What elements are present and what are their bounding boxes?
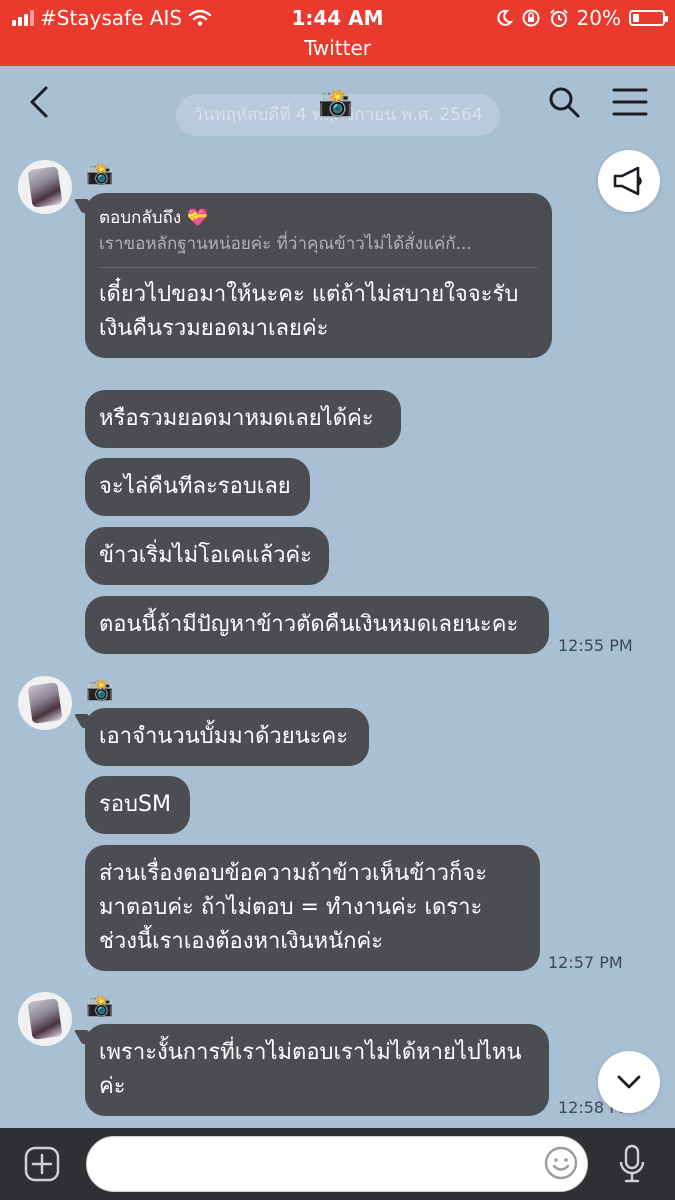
return-to-app-label[interactable]: Twitter bbox=[0, 36, 675, 60]
plus-icon[interactable] bbox=[24, 1146, 60, 1182]
alarm-icon bbox=[549, 9, 568, 27]
message-line: เดี๋ยวไปขอมาให้นะคะ แต่ถ้าไม่สบายใจจะรับ bbox=[99, 282, 519, 307]
sender-name: 📸 bbox=[86, 994, 114, 1019]
reply-label: ตอบกลับถึง bbox=[99, 208, 182, 228]
message-timestamp: 12:57 PM bbox=[548, 953, 623, 972]
message-line: ข้าวเริ่มไม่โอเคแล้วค่ะ bbox=[99, 543, 312, 568]
chevron-down-icon bbox=[617, 1075, 641, 1089]
heart-gift-icon: 💝 bbox=[187, 208, 209, 228]
sender-avatar[interactable] bbox=[18, 676, 72, 730]
chat-title-icon: 📸 bbox=[318, 86, 353, 119]
message-line: รอบSM bbox=[99, 792, 171, 817]
microphone-icon[interactable] bbox=[618, 1144, 646, 1184]
quoted-message[interactable]: เราขอหลักฐานหน่อยค่ะ ที่ว่าคุณข้าวไม่ได้… bbox=[99, 231, 538, 268]
search-icon[interactable] bbox=[546, 84, 582, 120]
message-line: มาตอบค่ะ ถ้าไม่ตอบ = ทำงานค่ะ เดราะ bbox=[99, 895, 483, 920]
announcement-button[interactable] bbox=[598, 150, 660, 212]
sender-name: 📸 bbox=[86, 678, 114, 703]
menu-icon[interactable] bbox=[610, 84, 650, 120]
message-bubble[interactable]: หรือรวมยอดมาหมดเลยได้ค่ะ bbox=[85, 390, 401, 448]
message-bubble[interactable]: ข้าวเริ่มไม่โอเคแล้วค่ะ bbox=[85, 527, 329, 585]
message-line: หรือรวมยอดมาหมดเลยได้ค่ะ bbox=[99, 406, 374, 431]
message-timestamp: 12:55 PM bbox=[558, 636, 633, 655]
message-bubble[interactable]: เพราะงั้นการที่เราไม่ตอบเราไม่ได้หายไปไห… bbox=[85, 1024, 549, 1116]
message-line: ค่ะ bbox=[99, 1074, 126, 1099]
scroll-to-bottom-button[interactable] bbox=[598, 1051, 660, 1113]
message-text: เดี๋ยวไปขอมาให้นะคะ แต่ถ้าไม่สบายใจจะรับ… bbox=[99, 268, 538, 346]
sender-name: 📸 bbox=[86, 162, 114, 187]
message-bubble[interactable]: ส่วนเรื่องตอบข้อความถ้าข้าวเห็นข้าวก็จะ … bbox=[85, 845, 540, 971]
status-right: 20% bbox=[495, 6, 668, 30]
message-bubble[interactable]: เอาจำนวนบั้มมาด้วยนะคะ bbox=[85, 708, 369, 766]
moon-icon bbox=[496, 9, 513, 26]
message-line: เงินคืนรวมยอดมาเลยค่ะ bbox=[99, 316, 329, 341]
message-bubble[interactable]: ตอนนี้ถ้ามีปัญหาข้าวตัดคืนเงินหมดเลยนะคะ bbox=[85, 596, 549, 654]
emoji-icon[interactable] bbox=[543, 1145, 579, 1181]
message-input[interactable] bbox=[86, 1136, 588, 1192]
megaphone-icon bbox=[613, 166, 642, 196]
sender-avatar[interactable] bbox=[18, 160, 72, 214]
message-line: ช่วงนี้เราเองต้องหาเงินหนักค่ะ bbox=[99, 929, 384, 954]
back-chevron-icon[interactable] bbox=[22, 82, 62, 122]
message-line: ส่วนเรื่องตอบข้อความถ้าข้าวเห็นข้าวก็จะ bbox=[99, 861, 488, 886]
message-bubble[interactable]: จะไล่คืนทีละรอบเลย bbox=[85, 458, 310, 516]
message-line: ตอนนี้ถ้ามีปัญหาข้าวตัดคืนเงินหมดเลยนะคะ bbox=[99, 612, 519, 637]
message-line: เพราะงั้นการที่เราไม่ตอบเราไม่ได้หายไปไห… bbox=[99, 1040, 522, 1065]
battery-icon bbox=[629, 10, 668, 26]
chat-header: วันพฤหัสบดีที่ 4 พฤศจิกายน พ.ศ. 2564 📸 bbox=[0, 66, 675, 140]
message-line: จะไล่คืนทีละรอบเลย bbox=[99, 474, 291, 499]
message-line: เอาจำนวนบั้มมาด้วยนะคะ bbox=[99, 724, 349, 749]
composer-bar bbox=[0, 1128, 675, 1200]
status-bar: #Staysafe AIS 1:44 AM 20% Twitter bbox=[0, 0, 675, 66]
rotation-lock-icon bbox=[522, 9, 540, 27]
battery-percent: 20% bbox=[576, 6, 621, 30]
reply-header: ตอบกลับถึง 💝 bbox=[99, 205, 538, 231]
sender-avatar[interactable] bbox=[18, 992, 72, 1046]
reply-message-bubble[interactable]: ตอบกลับถึง 💝 เราขอหลักฐานหน่อยค่ะ ที่ว่า… bbox=[85, 193, 552, 358]
message-bubble[interactable]: รอบSM bbox=[85, 776, 190, 834]
